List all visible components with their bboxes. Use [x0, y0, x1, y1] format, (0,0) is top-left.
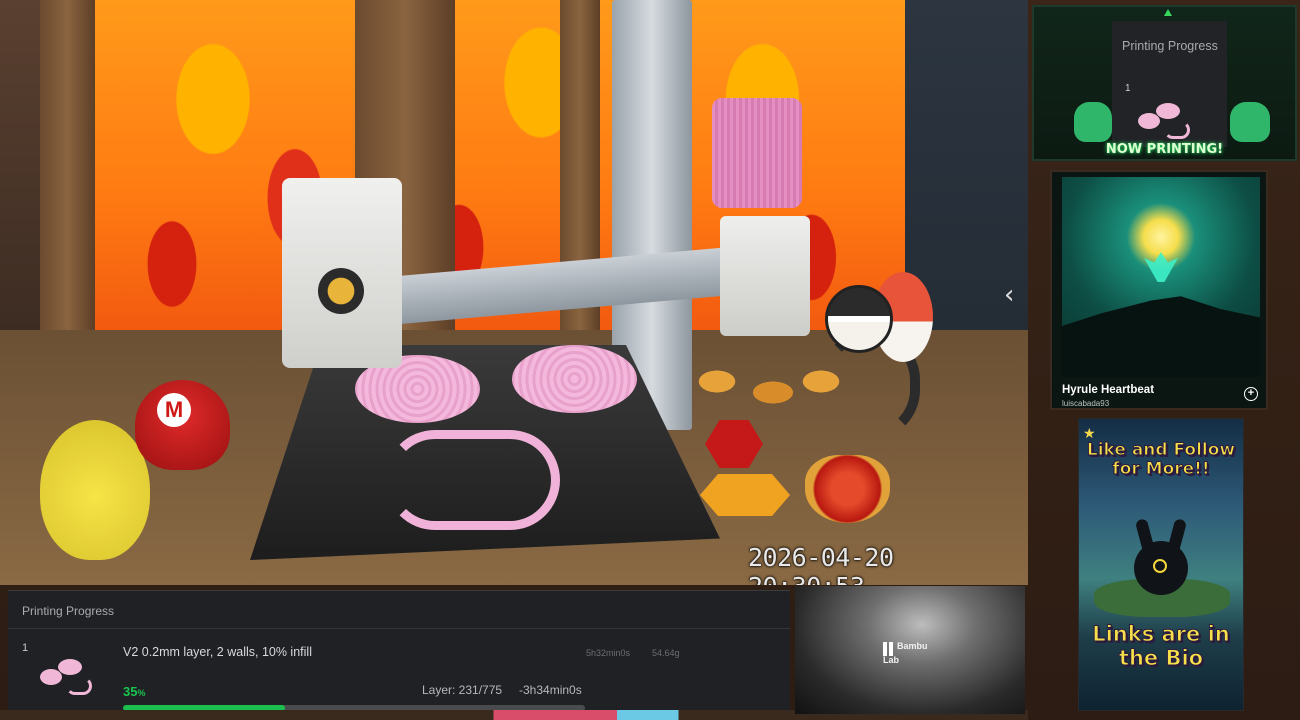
mario-hat-figure: [135, 380, 230, 470]
promo-bottom-text: Links are in the Bio: [1092, 622, 1231, 671]
plus-circle-icon[interactable]: +: [1244, 387, 1258, 401]
now-printing-banner: NOW PRINTING!: [1105, 142, 1224, 157]
green-figure-left: [1074, 102, 1112, 142]
umbreon-ring-icon: [1153, 559, 1167, 573]
now-printing-widget: Printing Progress 1 NOW PRINTING!: [1032, 5, 1297, 161]
mario-m-emblem: M: [157, 393, 191, 427]
printed-disc-right: [512, 345, 637, 413]
filament-spool: [712, 98, 802, 208]
plate-number: 1: [22, 642, 29, 654]
stream-layout: M 2026-04-20 20:30:53 ‹ Printing Progres…: [0, 0, 1300, 720]
now-playing-card[interactable]: Hyrule Heartbeat luiscabada93 +: [1050, 170, 1268, 410]
camera-timestamp: 2026-04-20 20:30:53: [748, 543, 894, 585]
secondary-camera-feed: Bambu Lab: [795, 586, 1025, 714]
layer-count: Layer: 231/775: [422, 683, 503, 697]
chevron-left-icon[interactable]: ‹: [1004, 280, 1014, 310]
main-camera-feed: M 2026-04-20 20:30:53: [0, 0, 1028, 585]
gold-printed-parts: [685, 365, 845, 420]
promo-poster: ★ Like and Follow for More!! Links are i…: [1078, 418, 1244, 711]
song-artist: luiscabada93: [1062, 399, 1110, 408]
gold-rupee: [700, 474, 790, 516]
progress-percent-unit: %: [137, 688, 146, 698]
triangle-marker-icon: [1164, 9, 1172, 16]
printing-progress-panel: Printing Progress 1 V2 0.2mm layer, 2 wa…: [8, 590, 790, 720]
filament-weight: 54.64g: [652, 648, 680, 658]
progress-percent: 35%: [123, 684, 145, 699]
heart-container: [805, 455, 890, 523]
job-description: V2 0.2mm layer, 2 walls, 10% infill: [123, 645, 312, 659]
printer-side-housing: [720, 216, 810, 336]
promo-top-text: Like and Follow for More!!: [1086, 440, 1236, 479]
model-thumbnail: [36, 657, 96, 699]
mini-card-title: Printing Progress: [1122, 39, 1218, 53]
panel-header: Printing Progress: [8, 591, 790, 629]
progress-percent-value: 35: [123, 684, 138, 699]
pikachu-figure: [40, 420, 150, 560]
total-time: 5h32min0s: [586, 648, 631, 658]
green-figure-right: [1230, 102, 1270, 142]
triforce-badge: [318, 268, 364, 314]
mini-model-thumbnail: [1134, 101, 1194, 141]
bambu-lab-logo: Bambu Lab: [883, 641, 928, 665]
ultra-ball-figure: [825, 285, 893, 353]
mini-plate-number: 1: [1125, 83, 1131, 94]
remaining-time: -3h34min0s: [519, 683, 582, 697]
printed-cable-shape: [385, 430, 560, 530]
song-title: Hyrule Heartbeat: [1062, 384, 1155, 396]
mini-progress-card: Printing Progress 1: [1112, 21, 1227, 147]
